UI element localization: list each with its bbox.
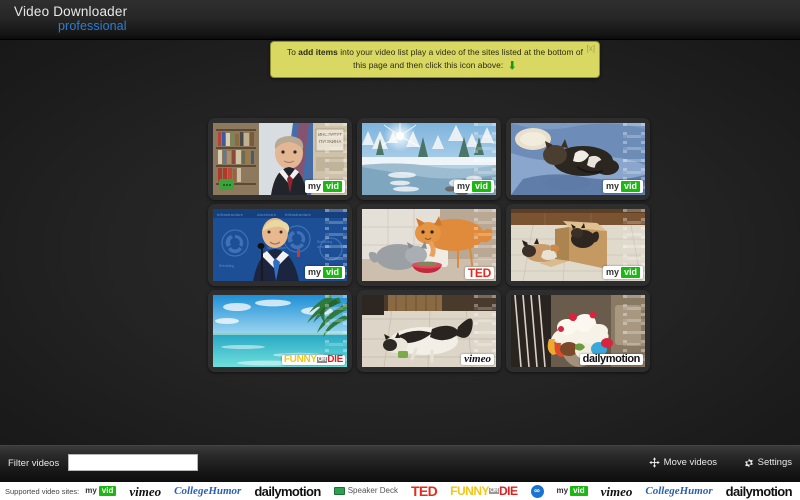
filter-label: Filter videos <box>8 458 60 469</box>
source-badge-vid: vid <box>471 181 491 192</box>
svg-text:ИНСТИТУТ: ИНСТИТУТ <box>318 132 342 137</box>
source-badge: my vid <box>304 180 345 193</box>
supported-site-cc[interactable]: ∞ <box>530 484 544 498</box>
banner-text-post: into your video list play a video of the… <box>337 47 584 57</box>
video-thumbnail[interactable]: my vid <box>506 204 650 286</box>
source-badge-my: my <box>456 181 470 191</box>
supported-sites-list: my vid vimeo CollegeHumor dailymotion Speaker… <box>85 484 800 498</box>
site-myvid-vid: vid <box>98 486 117 496</box>
bottom-toolbar: Filter videos Move videos Settings <box>0 445 800 482</box>
banner-text-bold: add items <box>298 47 338 57</box>
source-badge-my: my <box>605 267 619 277</box>
app-window: Video Downloader professional [x] To add… <box>0 0 800 500</box>
source-badge: my vid <box>602 266 643 279</box>
video-thumbnail[interactable]: TED <box>357 204 501 286</box>
supported-site-speakerdeck[interactable]: Speaker Deck <box>333 486 398 495</box>
site-funnyordie-part: FUNNY <box>450 484 489 498</box>
thumbnail-image: Infrastructure Infrastructure America's <box>213 209 347 281</box>
site-myvid-my: my <box>85 486 97 495</box>
supported-sites-label: Supported video sites: <box>5 486 80 496</box>
thumbnail-image: TED <box>362 209 496 281</box>
svg-text:America's: America's <box>257 212 277 217</box>
video-thumbnail[interactable]: FUNNY OR DIE <box>208 290 352 372</box>
site-funnyordie-part: DIE <box>499 484 518 498</box>
supported-site-myvid[interactable]: my vid <box>557 486 588 496</box>
supported-site-funnyordie[interactable]: FUNNY OR DIE <box>450 484 518 498</box>
supported-site-myvid[interactable]: my vid <box>85 486 117 496</box>
source-badge-vid: vid <box>620 267 640 278</box>
source-badge: my vid <box>602 180 643 193</box>
supported-site-dailymotion[interactable]: dailymotion <box>726 485 793 498</box>
video-thumbnail[interactable]: my vid <box>506 118 650 200</box>
supported-site-collegehumor[interactable]: CollegeHumor <box>645 485 712 497</box>
thumbnail-image: FUNNY OR DIE <box>213 295 347 367</box>
svg-text:Rebuilding: Rebuilding <box>219 264 234 268</box>
badge-funny: FUNNY <box>283 354 317 365</box>
supported-site-vimeo[interactable]: vimeo <box>129 485 161 498</box>
app-title: Video Downloader <box>14 4 128 19</box>
svg-text:Infrastructure: Infrastructure <box>285 212 312 217</box>
source-badge: my vid <box>453 180 494 193</box>
app-subtitle: professional <box>58 19 127 34</box>
video-thumbnail[interactable]: my vid <box>357 118 501 200</box>
filter-input[interactable] <box>68 454 198 471</box>
supported-sites-bar: Supported video sites: my vid vimeo College… <box>0 482 800 500</box>
source-badge: dailymotion <box>579 354 643 365</box>
video-thumbnail[interactable]: vimeo <box>357 290 501 372</box>
supported-site-collegehumor[interactable]: CollegeHumor <box>174 485 241 497</box>
source-badge-my: my <box>307 181 321 191</box>
settings-button[interactable]: Settings <box>744 457 792 468</box>
banner-text-line2: this page and then click this icon above… <box>353 60 504 71</box>
thumbnail-image: my vid <box>511 123 645 195</box>
video-thumbnail[interactable]: ИНСТИТУТ ПУШКИНА my vid <box>208 118 352 200</box>
site-myvid-vid: vid <box>570 486 588 496</box>
site-funnyordie-part: OR <box>489 488 499 494</box>
banner-close-icon[interactable]: [x] <box>587 45 595 53</box>
banner-message: To add items into your video list play a… <box>279 46 591 72</box>
badge-die: DIE <box>327 354 343 365</box>
source-badge-vid: vid <box>322 181 342 192</box>
source-badge: TED <box>464 267 494 279</box>
source-badge-my: my <box>307 267 321 277</box>
svg-text:Infrastructure: Infrastructure <box>217 212 244 217</box>
source-badge: my vid <box>304 266 345 279</box>
supported-site-ted[interactable]: TED <box>411 484 438 498</box>
settings-label: Settings <box>757 457 792 468</box>
app-brand: Video Downloader professional <box>14 4 128 34</box>
gear-icon <box>744 458 753 467</box>
banner-text-pre: To <box>286 47 299 57</box>
speaker-deck-icon <box>333 487 345 495</box>
supported-site-vimeo[interactable]: vimeo <box>601 485 633 498</box>
svg-text:America's: America's <box>317 245 331 249</box>
thumbnail-image: dailymotion <box>511 295 645 367</box>
source-badge-vid: vid <box>322 267 342 278</box>
svg-text:ПУШКИНА: ПУШКИНА <box>319 139 341 144</box>
thumbnail-image: ИНСТИТУТ ПУШКИНА my vid <box>213 123 347 195</box>
source-badge: FUNNY OR DIE <box>281 354 345 365</box>
site-myvid-my: my <box>556 486 569 495</box>
svg-text:Rebuilding: Rebuilding <box>317 240 332 244</box>
info-banner: [x] To add items into your video list pl… <box>270 41 600 78</box>
source-badge: vimeo <box>461 354 494 365</box>
supported-site-dailymotion[interactable]: dailymotion <box>254 485 321 498</box>
site-label: Speaker Deck <box>347 486 398 495</box>
badge-or: OR <box>316 357 328 363</box>
move-videos-button[interactable]: Move videos <box>648 457 717 468</box>
source-badge-vid: vid <box>620 181 640 192</box>
video-grid: ИНСТИТУТ ПУШКИНА my vid my vid my vid In… <box>208 118 652 372</box>
down-arrow-icon: ⬇ <box>507 60 517 73</box>
source-badge-my: my <box>605 181 619 191</box>
rt-channel-logo <box>219 179 234 190</box>
thumbnail-image: vimeo <box>362 295 496 367</box>
video-thumbnail[interactable]: Infrastructure Infrastructure America's <box>208 204 352 286</box>
main-content: [x] To add items into your video list pl… <box>0 40 800 445</box>
video-thumbnail[interactable]: dailymotion <box>506 290 650 372</box>
thumbnail-image: my vid <box>511 209 645 281</box>
app-header: Video Downloader professional <box>0 0 800 40</box>
thumbnail-image: my vid <box>362 123 496 195</box>
move-arrows-icon <box>648 457 660 468</box>
move-videos-label: Move videos <box>663 457 717 468</box>
